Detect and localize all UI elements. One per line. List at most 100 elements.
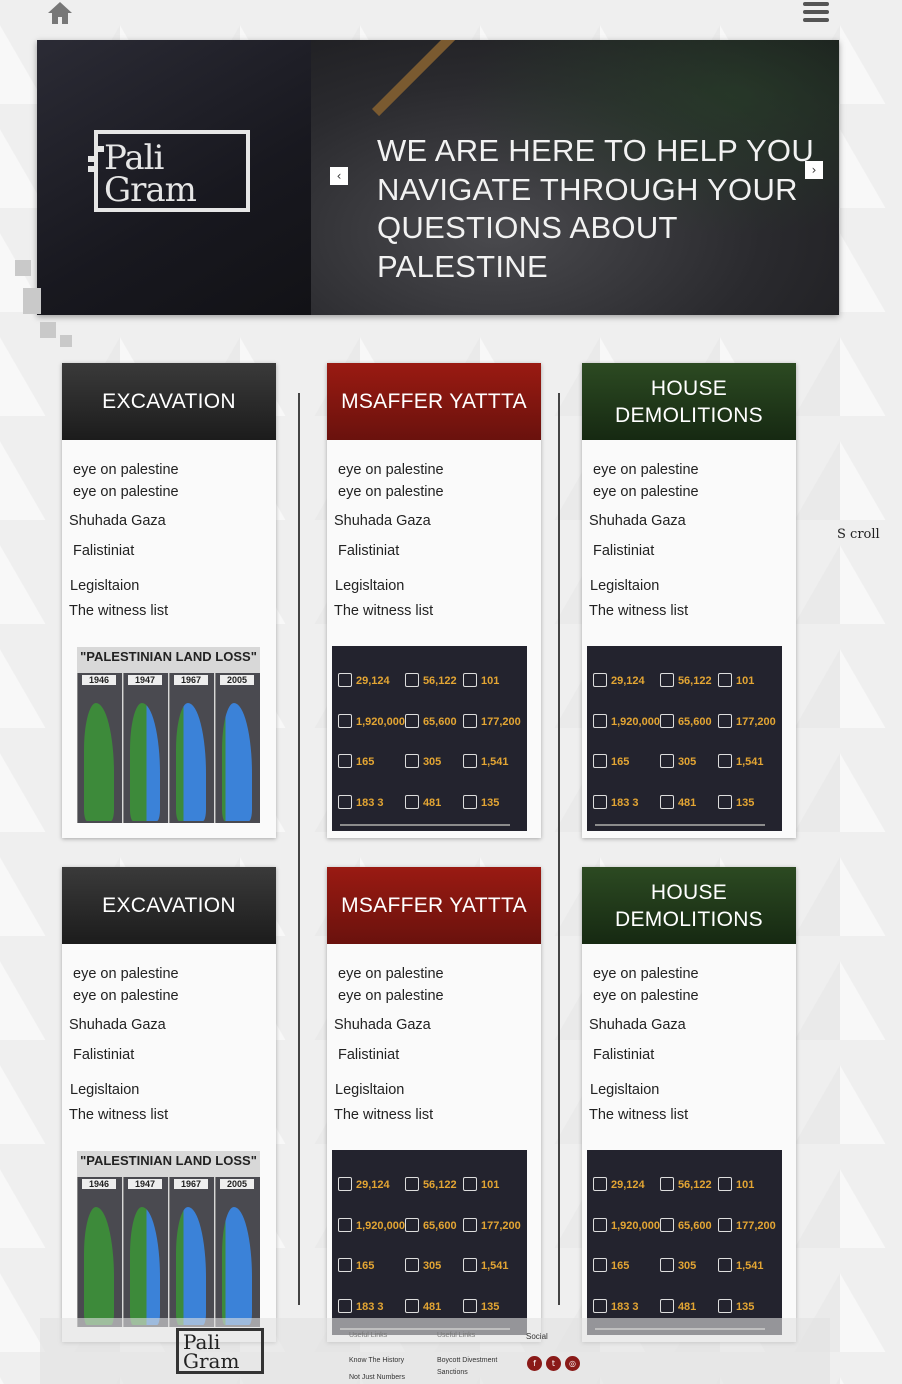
card-title[interactable]: EXCAVATION xyxy=(62,867,276,944)
land-loss-year: 1947 xyxy=(128,1179,162,1189)
card-title[interactable]: HOUSE DEMOLITIONS xyxy=(582,363,796,440)
hamburger-menu-icon[interactable] xyxy=(803,2,829,24)
infographic-stat: 165 xyxy=(338,732,405,773)
footer-logo[interactable]: Pali Gram xyxy=(176,1328,264,1374)
card-link[interactable]: Shuhada Gaza xyxy=(69,513,166,529)
card-link[interactable]: eye on palestine xyxy=(338,462,444,478)
map-shape xyxy=(176,1207,206,1325)
card-link[interactable]: eye on palestine xyxy=(73,966,179,982)
infographic-grid: 29,124 56,122 101 1,920,000 65,600 177,200 165… xyxy=(587,646,782,831)
card-title[interactable]: EXCAVATION xyxy=(62,363,276,440)
decor-square xyxy=(40,322,56,338)
infographic-stat: 481 xyxy=(405,772,463,813)
card-title[interactable]: HOUSE DEMOLITIONS xyxy=(582,867,796,944)
land-loss-map: "PALESTINIAN LAND LOSS" 1946 1947 1967 2005 xyxy=(77,647,260,823)
decor-square xyxy=(60,335,72,347)
card-link[interactable]: Falistiniat xyxy=(73,1047,134,1063)
infographic-stat: 29,124 xyxy=(338,650,405,691)
card-link[interactable]: Shuhada Gaza xyxy=(589,1017,686,1033)
card-link[interactable]: eye on palestine xyxy=(73,484,179,500)
infographic-stat: 1,541 xyxy=(718,732,776,773)
card-link[interactable]: Legisltaion xyxy=(335,1082,404,1098)
infographic-stat: 29,124 xyxy=(338,1154,405,1195)
topic-card: MSAFFER YATTTA eye on palestine eye on pal… xyxy=(327,363,541,838)
land-loss-map: "PALESTINIAN LAND LOSS" 1946 1947 1967 2005 xyxy=(77,1151,260,1327)
infographic-stat: 56,122 xyxy=(405,650,463,691)
paligram-logo[interactable]: Pali Gram xyxy=(88,130,250,212)
card-link[interactable]: Shuhada Gaza xyxy=(334,513,431,529)
card-link[interactable]: Falistiniat xyxy=(338,543,399,559)
footer-link-numbers[interactable]: Not Just Numbers xyxy=(349,1374,405,1381)
infographic-stat: 183 3 xyxy=(593,772,660,813)
infographic-stat: 305 xyxy=(405,1236,463,1277)
card-link[interactable]: The witness list xyxy=(589,1107,688,1123)
card-link[interactable]: Legisltaion xyxy=(590,1082,659,1098)
infographic-stat: 101 xyxy=(718,1154,776,1195)
footer-logo-text: Pali Gram xyxy=(183,1330,240,1373)
home-icon[interactable] xyxy=(46,0,74,26)
card-link[interactable]: The witness list xyxy=(69,1107,168,1123)
card-link[interactable]: eye on palestine xyxy=(338,484,444,500)
footer-link-sanctions[interactable]: Sanctions xyxy=(437,1369,468,1376)
topic-card: HOUSE DEMOLITIONS eye on palestine eye on … xyxy=(582,867,796,1342)
footer-link-history[interactable]: Know The History xyxy=(349,1357,404,1364)
card-links: eye on palestine eye on palestine Shuhada … xyxy=(582,440,796,831)
map-shape xyxy=(84,1207,114,1325)
card-link[interactable]: eye on palestine xyxy=(593,988,699,1004)
card-link[interactable]: Legisltaion xyxy=(335,578,404,594)
card-link[interactable]: eye on palestine xyxy=(73,988,179,1004)
card-link[interactable]: Falistiniat xyxy=(593,1047,654,1063)
land-loss-title: "PALESTINIAN LAND LOSS" xyxy=(80,1153,257,1168)
land-loss-year: 2005 xyxy=(220,675,254,685)
card-links: eye on palestine eye on palestine Shuhada … xyxy=(62,440,276,823)
infographic-stat: 56,122 xyxy=(405,1154,463,1195)
gaza-statistics-infographic[interactable]: 29,124 56,122 101 1,920,000 65,600 177,200 165… xyxy=(332,1150,527,1335)
card-link[interactable]: eye on palestine xyxy=(593,462,699,478)
card-link[interactable]: Legisltaion xyxy=(590,578,659,594)
card-link[interactable]: Falistiniat xyxy=(593,543,654,559)
card-link[interactable]: eye on palestine xyxy=(338,988,444,1004)
land-loss-year: 1946 xyxy=(82,1179,116,1189)
infographic-stat: 165 xyxy=(593,1236,660,1277)
land-loss-year: 2005 xyxy=(220,1179,254,1189)
card-link[interactable]: The witness list xyxy=(334,1107,433,1123)
infographic-stat: 65,600 xyxy=(660,1195,718,1236)
infographic-grid: 29,124 56,122 101 1,920,000 65,600 177,200 165… xyxy=(332,646,527,831)
gaza-statistics-infographic[interactable]: 29,124 56,122 101 1,920,000 65,600 177,200 165… xyxy=(587,646,782,831)
card-link[interactable]: Shuhada Gaza xyxy=(334,1017,431,1033)
carousel-prev-button[interactable]: ‹ xyxy=(330,167,348,185)
card-link[interactable]: eye on palestine xyxy=(338,966,444,982)
card-link[interactable]: eye on palestine xyxy=(73,462,179,478)
infographic-stat: 29,124 xyxy=(593,650,660,691)
twitter-icon[interactable]: t xyxy=(546,1356,561,1371)
card-link[interactable]: eye on palestine xyxy=(593,966,699,982)
footer-link-bds[interactable]: Boycott Divestment xyxy=(437,1357,497,1364)
card-title[interactable]: MSAFFER YATTTA xyxy=(327,363,541,440)
infographic-footnote xyxy=(595,824,765,826)
card-link[interactable]: eye on palestine xyxy=(593,484,699,500)
scroll-label[interactable]: S croll xyxy=(837,527,880,542)
card-link[interactable]: The witness list xyxy=(334,603,433,619)
card-link[interactable]: Legisltaion xyxy=(70,578,139,594)
land-loss-map-image[interactable]: "PALESTINIAN LAND LOSS" 1946 1947 1967 2005 xyxy=(77,647,260,823)
card-link[interactable]: Shuhada Gaza xyxy=(589,513,686,529)
gaza-statistics-infographic[interactable]: 29,124 56,122 101 1,920,000 65,600 177,200 165… xyxy=(587,1150,782,1335)
infographic-stat: 177,200 xyxy=(718,1195,776,1236)
logo-text: Pali Gram xyxy=(104,138,197,210)
facebook-icon[interactable]: f xyxy=(527,1356,542,1371)
land-loss-map-image[interactable]: "PALESTINIAN LAND LOSS" 1946 1947 1967 2005 xyxy=(77,1151,260,1327)
card-link[interactable]: Shuhada Gaza xyxy=(69,1017,166,1033)
decor-square xyxy=(23,288,41,314)
card-link[interactable]: Falistiniat xyxy=(338,1047,399,1063)
card-title[interactable]: MSAFFER YATTTA xyxy=(327,867,541,944)
instagram-icon[interactable]: ◎ xyxy=(565,1356,580,1371)
card-link[interactable]: Legisltaion xyxy=(70,1082,139,1098)
gaza-statistics-infographic[interactable]: 29,124 56,122 101 1,920,000 65,600 177,200 165… xyxy=(332,646,527,831)
card-link[interactable]: The witness list xyxy=(589,603,688,619)
card-link[interactable]: Falistiniat xyxy=(73,543,134,559)
infographic-stat: 65,600 xyxy=(660,691,718,732)
infographic-stat: 135 xyxy=(463,772,521,813)
topic-card: EXCAVATION eye on palestine eye on palesti… xyxy=(62,867,276,1342)
column-divider xyxy=(558,393,560,1305)
card-link[interactable]: The witness list xyxy=(69,603,168,619)
